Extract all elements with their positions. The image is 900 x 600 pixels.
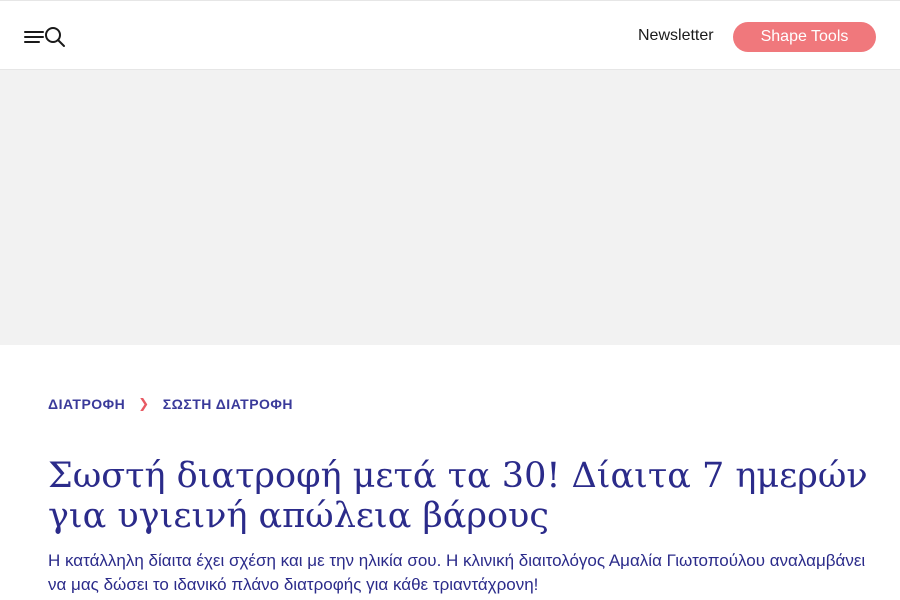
article-subtitle: Η κατάλληλη δίαιτα έχει σχέση και με την…	[48, 551, 866, 594]
breadcrumb-item-proper-nutrition[interactable]: ΣΩΣΤΗ ΔΙΑΤΡΟΦΗ	[163, 396, 293, 412]
article-title: Σωστή διατροφή μετά τα 30! Δίαιτα 7 ημερ…	[48, 456, 868, 536]
breadcrumb: ΔΙΑΤΡΟΦΗ ❯ ΣΩΣΤΗ ΔΙΑΤΡΟΦΗ	[48, 396, 293, 412]
menu-search-toggle[interactable]	[24, 26, 66, 48]
ad-placeholder	[0, 70, 900, 345]
site-header: Newsletter Shape Tools	[0, 0, 900, 70]
shape-tools-button[interactable]: Shape Tools	[733, 22, 876, 52]
newsletter-link[interactable]: Newsletter	[638, 26, 714, 46]
chevron-right-icon: ❯	[138, 396, 150, 411]
breadcrumb-item-nutrition[interactable]: ΔΙΑΤΡΟΦΗ	[48, 396, 125, 412]
search-icon[interactable]	[44, 26, 66, 48]
hamburger-icon[interactable]	[24, 30, 44, 44]
